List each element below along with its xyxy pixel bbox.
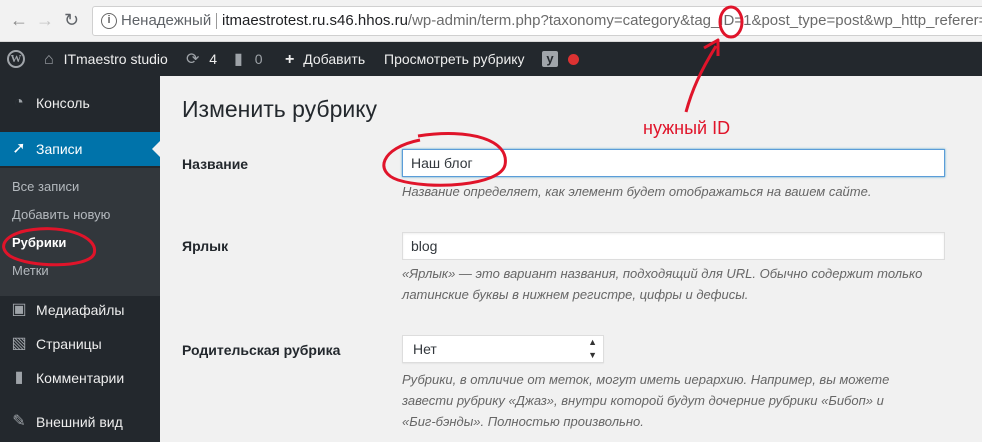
url-path: /wp-admin/term.php?taxonomy=category&tag… [407,12,982,29]
name-input[interactable]: Наш блог [402,149,945,177]
add-new-link[interactable]: + Добавить [285,42,365,76]
parent-description-line-3: «Биг-бэнды». Полностью произвольно. [402,414,644,429]
wordpress-logo-icon[interactable]: W [7,50,25,68]
arrow-left-icon[interactable]: ← [10,9,28,31]
arrow-right-icon[interactable]: → [36,9,54,31]
url-host: itmaestrotest.ru.s46.hhos.ru [222,12,408,29]
page-title: Изменить рубрику [182,96,378,122]
parent-select[interactable]: Нет ▲ ▼ [402,335,604,363]
submenu-categories[interactable]: Рубрики [12,233,66,253]
sidebar-item-dashboard[interactable]: ◔ Консоль [0,86,160,120]
admin-sidebar: ◔ Консоль ➚ Записи Все записи Добавить н… [0,76,160,442]
name-description: Название определяет, как элемент будет о… [402,184,872,199]
parent-description-line-2: завести рубрику «Джаз», внутри которой б… [402,393,884,408]
yoast-icon[interactable]: y [542,51,558,67]
view-category-link[interactable]: Просмотреть рубрику [384,42,525,76]
sidebar-item-label: Медиафайлы [36,302,125,318]
updates-icon: ⟳ [186,51,200,68]
parent-selected-value: Нет [413,341,437,357]
submenu-all-posts[interactable]: Все записи [12,177,79,197]
sidebar-item-label: Внешний вид [36,414,123,430]
address-bar[interactable]: i Ненадежный itmaestrotest.ru.s46.hhos.r… [92,6,982,36]
comments-count: 0 [254,51,263,67]
submenu-add-new[interactable]: Добавить новую [12,205,110,225]
slug-description-line-2: латинские буквы в нижнем регистре, цифры… [402,287,749,302]
sidebar-item-comments[interactable]: ▮ Комментарии [0,361,160,395]
annotation-label: нужный ID [643,118,731,138]
appearance-icon: ✎ [12,413,26,430]
add-new-label: Добавить [303,51,366,67]
screenshot: ← → ↻ i Ненадежный itmaestrotest.ru.s46.… [0,0,982,442]
updates-link[interactable]: ⟳ 4 [186,42,217,76]
sidebar-item-label: Записи [36,141,83,157]
seo-status-dot [568,54,579,65]
sidebar-item-media[interactable]: ▣ Медиафайлы [0,293,160,327]
comments-icon: ▮ [14,369,24,386]
slug-description-line-1: «Ярлык» — это вариант названия, подходящ… [402,266,923,281]
sidebar-item-label: Страницы [36,336,102,352]
pages-icon: ▧ [11,335,27,352]
parent-description-line-1: Рубрики, в отличие от меток, могут иметь… [402,372,890,387]
current-menu-arrow [152,141,160,157]
main-content: Изменить рубрику Название Наш блог Назва… [160,76,982,442]
sidebar-item-label: Комментарии [36,370,125,386]
posts-submenu: Все записи Добавить новую Рубрики Метки [0,168,160,296]
sidebar-item-posts[interactable]: ➚ Записи [0,132,160,166]
site-name-link[interactable]: ⌂ ITmaestro studio [44,42,168,76]
reload-icon[interactable]: ↻ [64,9,79,31]
insecure-label: Ненадежный [121,12,212,29]
dashboard-icon: ◔ [14,94,24,111]
admin-bar: W ⌂ ITmaestro studio ⟳ 4 ▮ 0 + Добавить … [0,42,982,76]
info-icon[interactable]: i [101,13,117,29]
slug-label: Ярлык [182,238,229,254]
comment-bubble-icon: ▮ [234,51,243,68]
site-name: ITmaestro studio [63,51,168,67]
url-divider [216,13,217,29]
url-text: itmaestrotest.ru.s46.hhos.ru/wp-admin/te… [222,7,982,35]
comments-link[interactable]: ▮ 0 [234,42,263,76]
name-label: Название [182,156,249,172]
browser-toolbar: ← → ↻ i Ненадежный itmaestrotest.ru.s46.… [0,0,982,42]
sidebar-item-appearance[interactable]: ✎ Внешний вид [0,405,160,439]
media-icon: ▣ [11,301,27,318]
updates-count: 4 [209,51,218,67]
sidebar-item-label: Консоль [36,95,90,111]
select-arrows-icon: ▲ ▼ [588,337,597,360]
home-icon: ⌂ [44,51,54,68]
slug-input[interactable]: blog [402,232,945,260]
pin-icon: ➚ [12,140,26,157]
submenu-tags[interactable]: Метки [12,261,49,281]
sidebar-item-pages[interactable]: ▧ Страницы [0,327,160,361]
plus-icon: + [285,51,295,68]
parent-label: Родительская рубрика [182,342,341,358]
